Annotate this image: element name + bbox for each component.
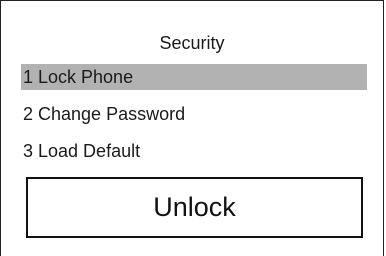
security-screen: Security 1 Lock Phone 2 Change Password … (0, 0, 384, 256)
menu-item-load-default[interactable]: 3 Load Default (21, 138, 367, 164)
page-title: Security (159, 33, 225, 53)
unlock-button[interactable]: Unlock (26, 177, 363, 238)
menu-item-lock-phone[interactable]: 1 Lock Phone (21, 64, 367, 90)
menu-item-change-password[interactable]: 2 Change Password (21, 101, 367, 127)
